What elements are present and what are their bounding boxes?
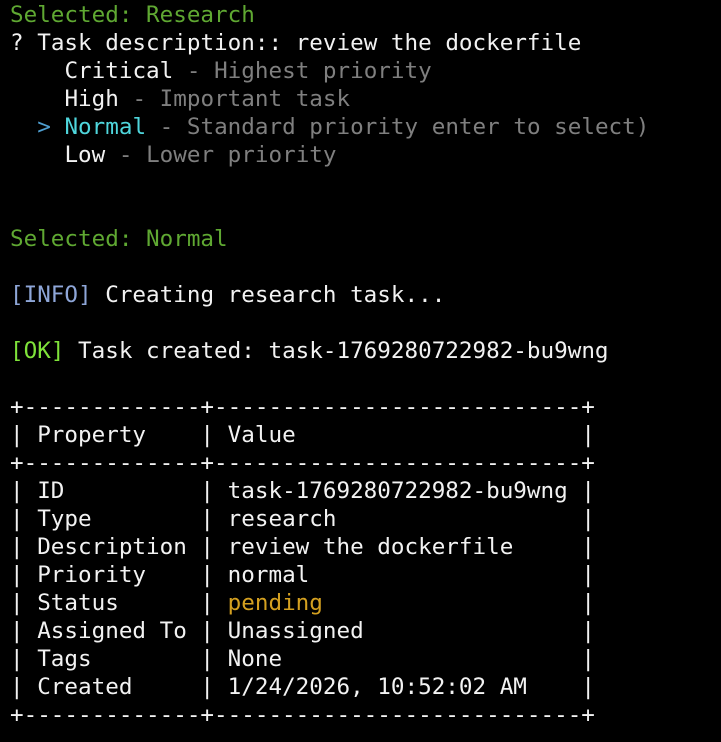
table-cell-property: | ID | — [10, 478, 228, 504]
table-cell-value: 1/24/2026, 10:52:02 AM — [227, 674, 527, 700]
table-border-mid: +-------------+-------------------------… — [10, 450, 595, 476]
table-border-bottom: +-------------+-------------------------… — [10, 702, 595, 728]
table-row: | Assigned To | Unassigned | — [10, 617, 721, 645]
table-cell-property: | Created | — [10, 674, 228, 700]
table-cell-property: | Status | — [10, 590, 228, 616]
table-header-value: Value — [227, 422, 296, 448]
selected-category-line: Selected: Research — [10, 2, 255, 28]
table-header-right: | — [295, 422, 595, 448]
table-row: | Status | pending | — [10, 589, 721, 617]
option-description: Highest priority — [214, 58, 432, 84]
option-name: Critical — [64, 58, 174, 84]
prompt-answer: review the dockerfile — [295, 30, 582, 56]
table-header-left: | Property | — [10, 422, 228, 448]
prompt-label: Task description:: — [37, 30, 283, 56]
table-cell-value: None — [227, 646, 283, 672]
option-description: Important task — [159, 86, 351, 112]
priority-option-low[interactable]: Low - Lower priority — [10, 141, 721, 169]
ok-text: Task created: task-1769280722982-bu9wng — [64, 338, 609, 364]
option-separator: - — [173, 58, 215, 84]
priority-option-high[interactable]: High - Important task — [10, 85, 721, 113]
table-row: | Type | research | — [10, 505, 721, 533]
option-name: Low — [64, 142, 106, 168]
option-separator: - — [118, 86, 160, 112]
table-cell-pad: | — [282, 646, 595, 672]
table-cell-pad: | — [309, 562, 595, 588]
table-cell-value: task-1769280722982-bu9wng — [227, 478, 568, 504]
table-cell-pad: | — [322, 590, 595, 616]
status-value-pending: pending — [227, 590, 323, 616]
info-text: Creating research task... — [91, 282, 446, 308]
terminal-window[interactable]: Selected: Research ? Task description:: … — [0, 0, 721, 742]
table-border-top: +-------------+-------------------------… — [10, 394, 595, 420]
prompt-question-mark: ? — [10, 30, 24, 56]
option-separator: - — [105, 142, 147, 168]
table-cell-pad: | — [567, 478, 595, 504]
info-message: [INFO] Creating research task... — [10, 281, 721, 309]
table-cell-property: | Description | — [10, 534, 228, 560]
priority-option-normal[interactable]: > Normal - Standard priority enter to se… — [10, 113, 721, 141]
selection-cursor-icon: > — [37, 114, 51, 140]
priority-option-critical[interactable]: Critical - Highest priority — [10, 57, 721, 85]
option-cursor — [37, 142, 51, 168]
table-cell-value: Unassigned — [227, 618, 364, 644]
table-row: | ID | task-1769280722982-bu9wng | — [10, 477, 721, 505]
table-cell-property: | Tags | — [10, 646, 228, 672]
table-cell-value: normal — [227, 562, 310, 588]
ok-message: [OK] Task created: task-1769280722982-bu… — [10, 337, 721, 365]
task-table: +-------------+-------------------------… — [10, 393, 721, 729]
selected-priority-line: Selected: Normal — [10, 226, 228, 252]
table-cell-property: | Type | — [10, 506, 228, 532]
table-cell-property: | Priority | — [10, 562, 228, 588]
table-cell-pad: | — [513, 534, 595, 560]
option-name: High — [64, 86, 119, 112]
option-separator: - — [146, 114, 187, 140]
table-cell-value: research — [227, 506, 337, 532]
info-tag: [INFO] — [10, 282, 92, 308]
table-cell-value: review the dockerfile — [227, 534, 514, 560]
table-row: | Created | 1/24/2026, 10:52:02 AM | — [10, 673, 721, 701]
option-cursor — [37, 58, 51, 84]
option-description: Standard priority enter to select) — [186, 114, 650, 140]
ok-tag: [OK] — [10, 338, 65, 364]
table-cell-property: | Assigned To | — [10, 618, 228, 644]
option-name: Normal — [64, 114, 147, 140]
table-row: | Tags | None | — [10, 645, 721, 673]
table-row: | Priority | normal | — [10, 561, 721, 589]
table-cell-pad: | — [336, 506, 595, 532]
option-description: Lower priority — [146, 142, 337, 168]
task-description-prompt: ? Task description:: review the dockerfi… — [10, 29, 721, 57]
table-row: | Description | review the dockerfile | — [10, 533, 721, 561]
table-header-row: | Property | Value | — [10, 421, 721, 449]
table-cell-pad: | — [526, 674, 595, 700]
table-cell-pad: | — [363, 618, 595, 644]
option-cursor — [37, 86, 51, 112]
